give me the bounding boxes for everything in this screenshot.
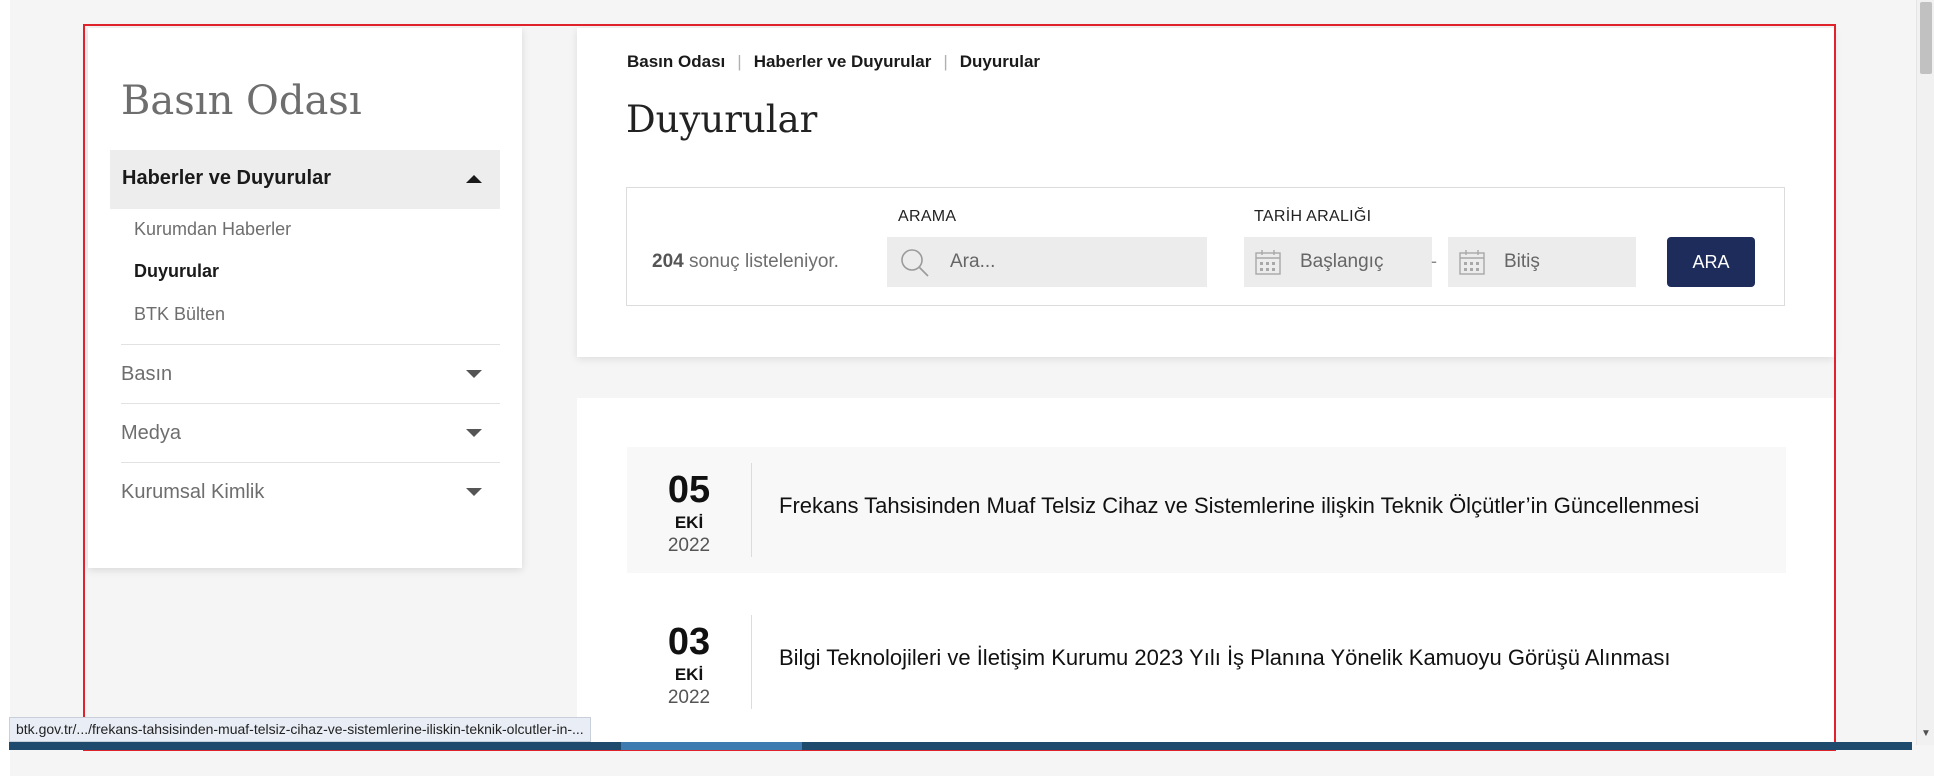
sidebar-subitem-duyurular[interactable]: Duyurular xyxy=(134,261,219,282)
page-title: Duyurular xyxy=(626,98,818,141)
search-button[interactable]: ARA xyxy=(1667,237,1755,287)
news-list: 05 EKİ 2022 Frekans Tahsisinden Muaf Tel… xyxy=(577,398,1834,745)
date-month: EKİ xyxy=(674,513,704,532)
divider xyxy=(751,615,752,709)
breadcrumb: Basın Odası | Haberler ve Duyurular | Duyuru… xyxy=(627,52,1040,72)
result-count: 204 sonuç listeleniyor. xyxy=(652,251,839,273)
date-separator: - xyxy=(1431,251,1437,271)
end-date-input[interactable]: Bitiş xyxy=(1448,237,1636,287)
taskbar-active-item[interactable] xyxy=(621,742,802,750)
breadcrumb-separator: | xyxy=(943,52,948,71)
search-placeholder: Ara... xyxy=(950,251,996,272)
list-item[interactable]: 03 EKİ 2022 Bilgi Teknolojileri ve İleti… xyxy=(627,599,1786,725)
end-date-placeholder: Bitiş xyxy=(1504,251,1540,272)
breadcrumb-haberler-ve-duyurular[interactable]: Haberler ve Duyurular xyxy=(754,52,932,71)
sidebar-title: Basın Odası xyxy=(121,78,362,124)
search-panel: Basın Odası | Haberler ve Duyurular | Duyuru… xyxy=(577,28,1834,357)
list-item[interactable]: 05 EKİ 2022 Frekans Tahsisinden Muaf Tel… xyxy=(627,447,1786,573)
chevron-down-icon xyxy=(466,370,482,378)
start-date-placeholder: Başlangıç xyxy=(1300,251,1384,272)
date-range-label: TARİH ARALIĞI xyxy=(1254,208,1372,225)
sidebar: Basın Odası Haberler ve Duyurular Kurumd… xyxy=(88,28,522,568)
breadcrumb-basin-odasi[interactable]: Basın Odası xyxy=(627,52,725,71)
result-count-number: 204 xyxy=(652,251,684,272)
sidebar-item-label: Haberler ve Duyurular xyxy=(122,167,331,189)
chevron-down-icon xyxy=(466,429,482,437)
search-label: ARAMA xyxy=(898,208,957,225)
sidebar-item-basin[interactable]: Basın xyxy=(121,345,500,403)
result-count-text: sonuç listeleniyor. xyxy=(688,251,839,272)
sidebar-item-label: Medya xyxy=(121,422,182,444)
scroll-thumb[interactable] xyxy=(1920,2,1932,74)
scrollbar[interactable]: ▼ xyxy=(1916,0,1934,745)
sidebar-item-haberler-ve-duyurular[interactable]: Haberler ve Duyurular xyxy=(110,150,500,209)
date-year: 2022 xyxy=(667,687,711,708)
search-form: 204 sonuç listeleniyor. ARAMA Ara... TAR… xyxy=(626,187,1785,306)
news-title-link[interactable]: Frekans Tahsisinden Muaf Telsiz Cihaz ve… xyxy=(779,493,1699,519)
page-left-edge xyxy=(0,0,10,776)
date-block: 03 EKİ 2022 xyxy=(627,599,751,725)
date-year: 2022 xyxy=(667,535,711,556)
sidebar-subitem-btk-bulten[interactable]: BTK Bülten xyxy=(134,304,225,325)
date-day: 03 xyxy=(667,621,711,663)
scroll-down-icon[interactable]: ▼ xyxy=(1920,728,1932,740)
sidebar-item-kurumsal-kimlik[interactable]: Kurumsal Kimlik xyxy=(121,463,500,521)
start-date-input[interactable]: Başlangıç xyxy=(1244,237,1432,287)
status-url: btk.gov.tr/.../frekans-tahsisinden-muaf-… xyxy=(9,717,591,742)
calendar-icon xyxy=(1255,250,1281,275)
breadcrumb-separator: | xyxy=(737,52,742,71)
divider xyxy=(751,463,752,557)
breadcrumb-duyurular[interactable]: Duyurular xyxy=(960,52,1040,71)
chevron-up-icon xyxy=(466,175,482,183)
news-title-link[interactable]: Bilgi Teknolojileri ve İletişim Kurumu 2… xyxy=(779,645,1670,671)
chevron-down-icon xyxy=(466,488,482,496)
taskbar xyxy=(9,742,1912,750)
date-month: EKİ xyxy=(674,665,704,684)
date-day: 05 xyxy=(667,469,711,511)
search-input[interactable]: Ara... xyxy=(887,237,1207,287)
sidebar-item-medya[interactable]: Medya xyxy=(121,404,500,462)
sidebar-item-label: Kurumsal Kimlik xyxy=(121,481,265,503)
sidebar-item-label: Basın xyxy=(121,363,173,385)
search-icon xyxy=(901,249,929,277)
date-block: 05 EKİ 2022 xyxy=(627,447,751,573)
sidebar-subitem-kurumdan-haberler[interactable]: Kurumdan Haberler xyxy=(134,219,291,240)
calendar-icon xyxy=(1459,250,1485,275)
